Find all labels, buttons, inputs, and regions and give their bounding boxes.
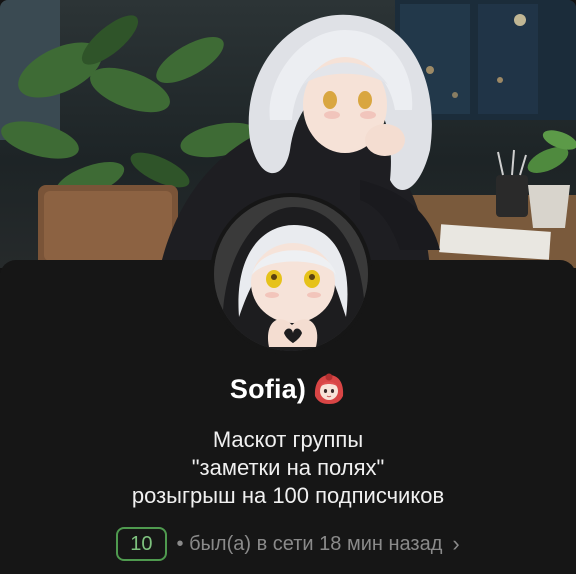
- profile-bio: Маскот группы "заметки на полях" розыгры…: [40, 426, 536, 510]
- profile-name-row: Sofia): [0, 372, 576, 406]
- online-status-text: • был(а) в сети 18 мин назад: [176, 532, 443, 555]
- bio-line: розыгрыш на 100 подписчиков: [131, 483, 445, 508]
- bio-line: Маскот группы: [212, 427, 364, 452]
- red-haired-girl-emoji-icon: [312, 372, 346, 406]
- avatar[interactable]: [210, 193, 372, 355]
- profile-name: Sofia): [229, 373, 307, 404]
- online-status-link[interactable]: • был(а) в сети 18 мин назад ›: [177, 531, 460, 557]
- bio-line: "заметки на полях": [191, 455, 385, 480]
- avatar-image: [214, 197, 368, 351]
- profile-meta-row: 10 • был(а) в сети 18 мин назад ›: [0, 526, 576, 562]
- level-badge[interactable]: 10: [116, 527, 167, 561]
- chevron-right-icon: ›: [452, 531, 460, 556]
